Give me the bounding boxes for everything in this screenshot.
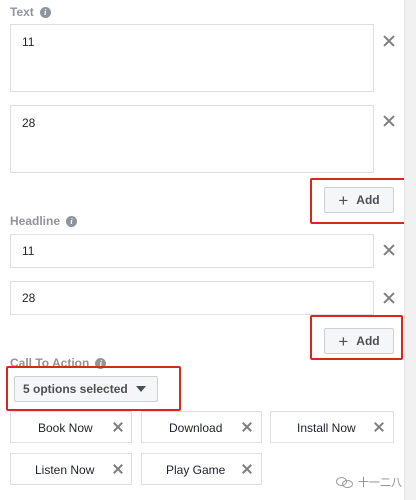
text-section-label: Text i: [10, 5, 51, 19]
remove-text-1-close-icon[interactable]: [381, 33, 397, 49]
cta-chip-download[interactable]: Download: [141, 411, 262, 443]
info-icon[interactable]: i: [66, 215, 78, 227]
cta-chip-listen-now[interactable]: Listen Now: [10, 453, 132, 485]
chip-label: Download: [169, 421, 223, 435]
remove-headline-2-close-icon[interactable]: [381, 290, 397, 306]
headline-label: Headline: [10, 214, 61, 228]
text-label: Text: [10, 5, 34, 19]
chip-label: Listen Now: [35, 463, 95, 477]
wechat-logo: [336, 476, 354, 488]
cta-chip-install-now[interactable]: Install Now: [270, 411, 394, 443]
remove-headline-1-close-icon[interactable]: [381, 242, 397, 258]
highlight-box-headline-add: [310, 315, 403, 360]
highlight-box-text-add: [310, 178, 409, 224]
chip-label: Install Now: [297, 421, 356, 435]
chip-label: Book Now: [38, 421, 93, 435]
highlight-box-cta-dropdown: [6, 366, 181, 411]
close-icon[interactable]: [112, 421, 124, 433]
headline-section-label: Headline i: [10, 214, 78, 228]
scrollbar[interactable]: [404, 0, 416, 500]
watermark: 十一二八: [336, 474, 402, 490]
close-icon[interactable]: [373, 421, 385, 433]
headline-field-2-value: 28: [22, 291, 36, 305]
close-icon[interactable]: [112, 463, 124, 475]
close-icon[interactable]: [241, 421, 253, 433]
info-icon[interactable]: i: [39, 6, 51, 18]
text-field-2[interactable]: 28: [10, 105, 374, 173]
watermark-text: 十一二八: [358, 477, 402, 489]
text-field-2-value: 28: [22, 116, 36, 130]
close-icon[interactable]: [241, 463, 253, 475]
headline-field-1-value: 11: [22, 244, 35, 258]
remove-text-2-close-icon[interactable]: [381, 113, 397, 129]
text-field-1-value: 11: [22, 35, 35, 49]
cta-chip-play-game[interactable]: Play Game: [141, 453, 262, 485]
headline-field-2[interactable]: 28: [10, 281, 374, 315]
headline-field-1[interactable]: 11: [10, 234, 374, 268]
chip-label: Play Game: [166, 463, 226, 477]
text-field-1[interactable]: 11: [10, 24, 374, 92]
cta-chip-book-now[interactable]: Book Now: [10, 411, 132, 443]
